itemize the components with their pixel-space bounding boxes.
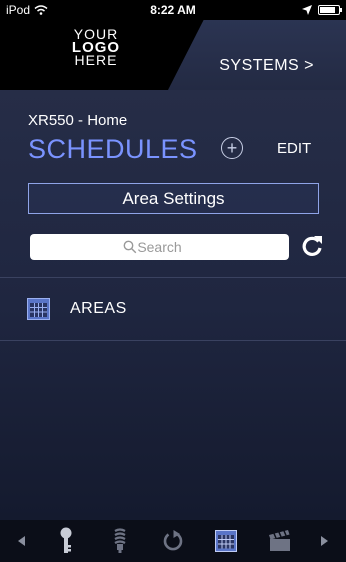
tab-bar-right-arrow[interactable] <box>316 524 332 558</box>
system-name: XR550 - Home <box>28 112 128 129</box>
search-input[interactable] <box>30 234 289 260</box>
status-bar: iPod 8:22 AM <box>0 0 346 20</box>
divider <box>0 340 346 341</box>
list-item-label: AREAS <box>70 300 127 317</box>
tab-schedules[interactable] <box>209 524 243 558</box>
power-icon <box>163 530 183 551</box>
refresh-icon[interactable] <box>299 233 325 259</box>
battery-icon <box>318 5 342 15</box>
tab-bar-left-arrow[interactable] <box>14 524 30 558</box>
status-left: iPod <box>6 3 48 17</box>
tab-bar <box>0 520 346 562</box>
status-right <box>302 5 342 15</box>
chevron-left-icon <box>17 536 25 546</box>
key-icon <box>60 527 72 553</box>
lightbulb-icon <box>113 528 126 553</box>
location-arrow-icon <box>302 5 312 15</box>
wifi-icon <box>34 5 48 15</box>
battery-fill <box>320 7 335 13</box>
carrier-label: iPod <box>6 3 31 17</box>
clapperboard-icon <box>268 530 290 551</box>
tab-lights[interactable] <box>103 524 137 558</box>
list-item-areas[interactable]: AREAS <box>0 278 346 340</box>
logo: YOUR LOGO HERE <box>66 27 126 68</box>
calendar-icon <box>27 298 50 320</box>
page-title: SCHEDULES <box>28 134 198 164</box>
plus-icon: + <box>226 138 238 158</box>
main-panel: XR550 - Home SCHEDULES + EDIT Area Setti… <box>0 90 346 520</box>
calendar-icon <box>215 530 238 552</box>
edit-button[interactable]: EDIT <box>277 140 311 157</box>
search-box <box>30 234 289 260</box>
chevron-right-icon <box>321 536 329 546</box>
tab-security[interactable] <box>49 524 83 558</box>
add-schedule-button[interactable]: + <box>221 137 243 159</box>
area-settings-button[interactable]: Area Settings <box>28 183 319 214</box>
status-time: 8:22 AM <box>150 3 196 17</box>
logo-line-3: HERE <box>74 52 118 68</box>
tab-power[interactable] <box>156 524 190 558</box>
systems-button[interactable]: SYSTEMS > <box>219 57 314 75</box>
tab-scenes[interactable] <box>263 524 297 558</box>
